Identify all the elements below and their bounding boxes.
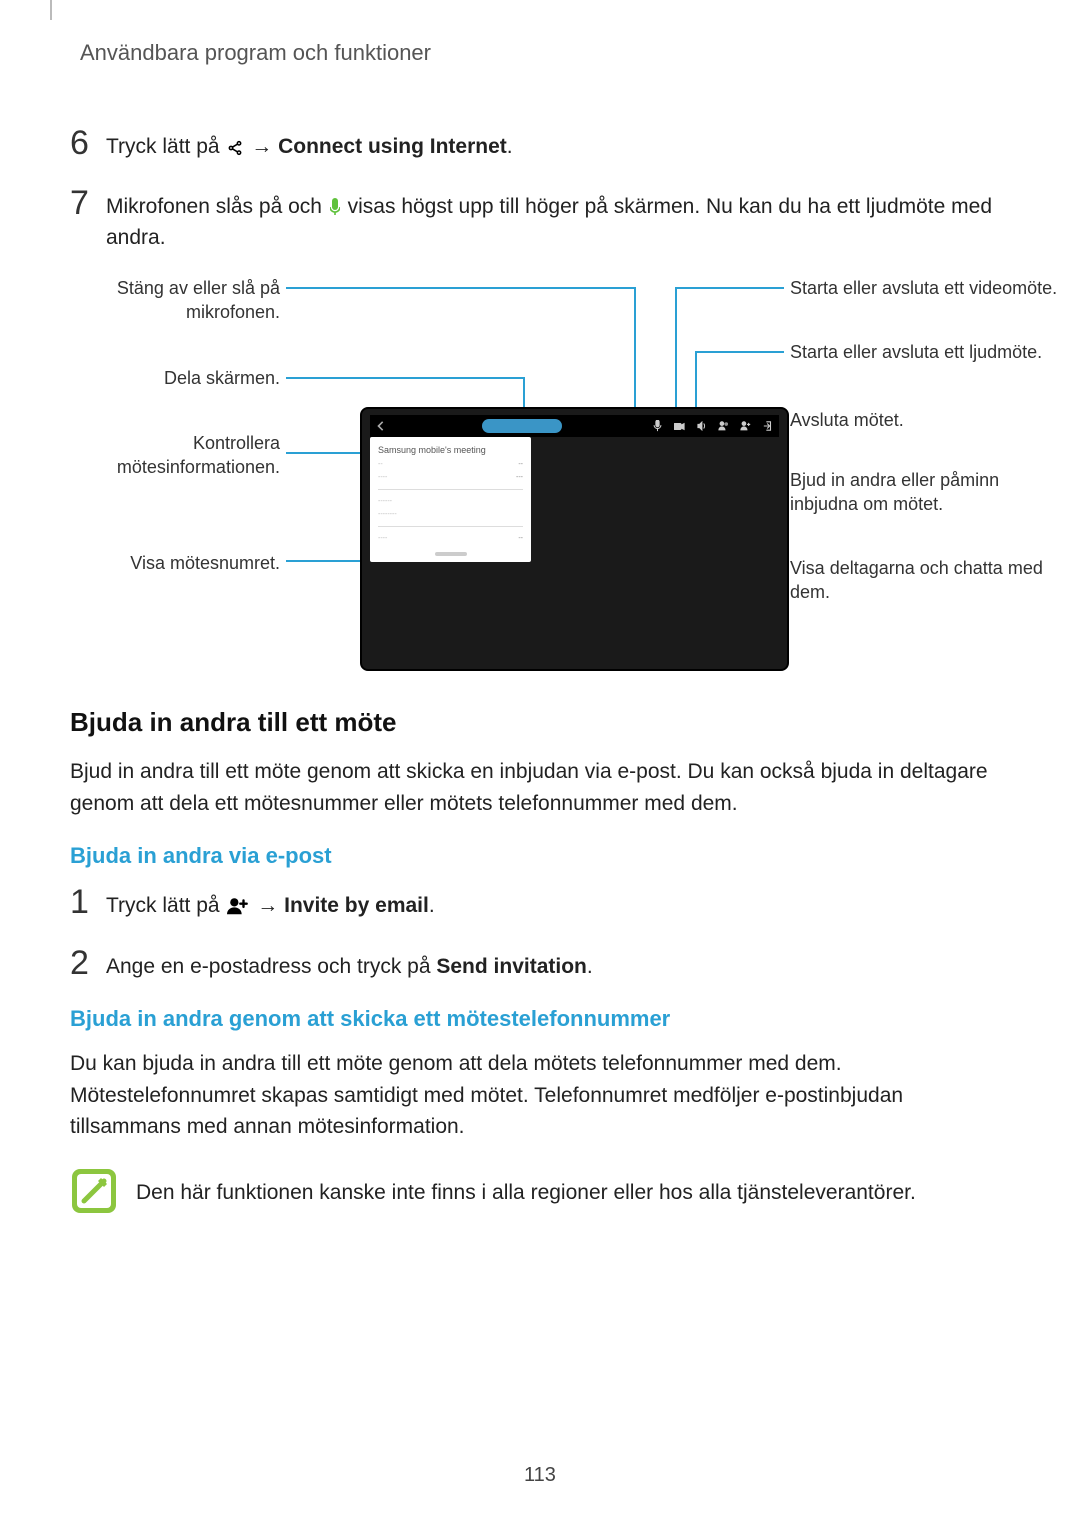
leader-line xyxy=(675,287,784,289)
bold-text: Send invitation xyxy=(436,955,587,978)
step-text: Tryck lätt på → Invite by email. xyxy=(106,885,1010,921)
back-icon xyxy=(370,415,392,437)
subheading-email: Bjuda in andra via e-post xyxy=(70,843,1010,869)
mic-icon xyxy=(652,419,663,433)
step-number: 7 xyxy=(70,186,106,220)
text: Mikrofonen slås på och xyxy=(106,195,328,218)
leader-line xyxy=(675,287,677,419)
heading-invite: Bjuda in andra till ett möte xyxy=(70,707,1010,738)
leader-line xyxy=(286,287,636,289)
para-invite: Bjud in andra till ett möte genom att sk… xyxy=(70,756,1010,819)
bold-text: Connect using Internet xyxy=(278,135,507,158)
step-number: 2 xyxy=(70,946,106,980)
meeting-info-panel: Samsung mobile's meeting ---- ------- --… xyxy=(370,437,531,562)
note-icon xyxy=(70,1167,118,1215)
diagram: Stäng av eller slå på mikrofonen. Dela s… xyxy=(70,277,1010,647)
invite-user-icon xyxy=(740,419,751,433)
step-1: 1 Tryck lätt på → Invite by email. xyxy=(70,885,1010,921)
step-6: 6 Tryck lätt på → Connect using Internet… xyxy=(70,126,1010,162)
text: Ange en e-postadress och tryck på xyxy=(106,955,436,978)
callout-end: Avsluta mötet. xyxy=(790,409,1070,432)
step-text: Ange en e-postadress och tryck på Send i… xyxy=(106,946,1010,982)
note-text: Den här funktionen kanske inte finns i a… xyxy=(136,1167,916,1209)
leader-line xyxy=(286,377,525,379)
invite-user-icon xyxy=(227,894,249,912)
callout-mic: Stäng av eller slå på mikrofonen. xyxy=(100,277,280,324)
step-2: 2 Ange en e-postadress och tryck på Send… xyxy=(70,946,1010,982)
step-number: 6 xyxy=(70,126,106,160)
tablet-mockup: Samsung mobile's meeting ---- ------- --… xyxy=(360,407,789,671)
share-icon xyxy=(227,135,243,151)
step-7: 7 Mikrofonen slås på och visas högst upp… xyxy=(70,186,1010,253)
top-rule xyxy=(50,0,52,20)
step-text: Tryck lätt på → Connect using Internet. xyxy=(106,126,1010,162)
callout-invite: Bjud in andra eller påminn inbjudna om m… xyxy=(790,469,1070,516)
panel-handle xyxy=(435,552,467,556)
step-text: Mikrofonen slås på och visas högst upp t… xyxy=(106,186,1010,253)
callout-participants: Visa deltagarna och chatta med dem. xyxy=(790,557,1070,604)
text: Tryck lätt på xyxy=(106,894,225,917)
text: Tryck lätt på xyxy=(106,135,225,158)
tablet-topbar xyxy=(370,415,779,437)
callout-audio: Starta eller avsluta ett ljudmöte. xyxy=(790,341,1070,364)
text: . xyxy=(587,955,593,978)
note-box: Den här funktionen kanske inte finns i a… xyxy=(70,1167,1010,1215)
speaker-icon xyxy=(696,419,707,433)
subheading-phone: Bjuda in andra genom att skicka ett möte… xyxy=(70,1006,1010,1032)
para-phone: Du kan bjuda in andra till ett möte geno… xyxy=(70,1048,1010,1143)
page-number: 113 xyxy=(0,1464,1080,1487)
text: . xyxy=(507,135,513,158)
text: . xyxy=(429,894,435,917)
leader-line xyxy=(695,351,784,353)
page: Användbara program och funktioner 6 Tryc… xyxy=(0,0,1080,1527)
arrow-text: → xyxy=(257,894,284,917)
section-header: Användbara program och funktioner xyxy=(80,40,1010,66)
panel-title: Samsung mobile's meeting xyxy=(378,445,523,455)
exit-icon xyxy=(762,419,773,433)
callout-info: Kontrollera mötesinformationen. xyxy=(100,432,280,479)
topbar-icons xyxy=(652,419,773,433)
callout-share: Dela skärmen. xyxy=(100,367,280,390)
mic-green-icon xyxy=(330,195,340,213)
callout-number: Visa mötesnumret. xyxy=(100,552,280,575)
callout-video: Starta eller avsluta ett videomöte. xyxy=(790,277,1070,300)
video-icon xyxy=(674,419,685,433)
leader-line xyxy=(634,287,636,419)
screen-share-pill xyxy=(482,419,562,433)
arrow-text: → xyxy=(251,135,278,158)
step-number: 1 xyxy=(70,885,106,919)
bold-text: Invite by email xyxy=(284,894,429,917)
participants-icon xyxy=(718,419,729,433)
